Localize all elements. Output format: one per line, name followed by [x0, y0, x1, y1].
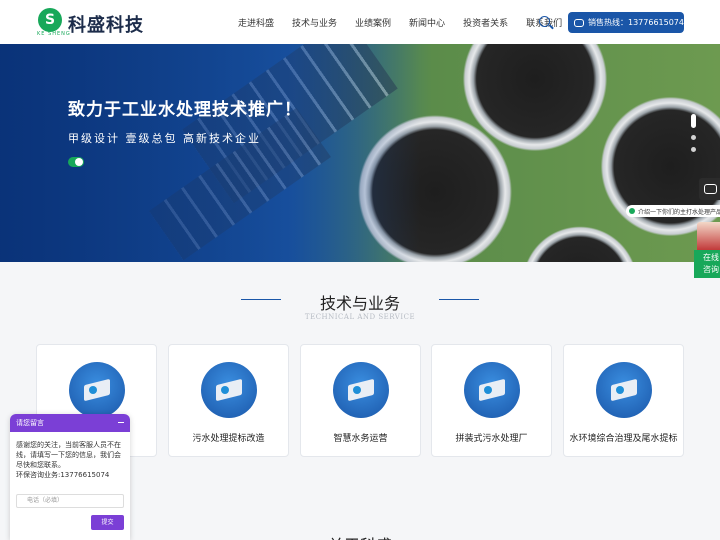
section-subtitle: TECHNICAL AND SERVICE: [304, 313, 416, 321]
water-environment-icon: [596, 362, 652, 418]
service-card-label: 智慧水务运营: [333, 434, 388, 444]
hero-subtitle: 甲级设计 壹级总包 高新技术企业: [68, 132, 261, 145]
nav-item-cases[interactable]: 业绩案例: [355, 16, 391, 29]
hero-toggle[interactable]: [68, 157, 84, 167]
service-card[interactable]: 智慧水务运营: [300, 344, 421, 457]
submit-button[interactable]: 提交: [91, 515, 124, 530]
hotline-text: 销售热线：13776615074: [588, 18, 684, 27]
chat-icon: [574, 18, 584, 27]
smart-water-icon: [333, 362, 389, 418]
service-card[interactable]: 拼装式污水处理厂: [431, 344, 552, 457]
slider-dot-3[interactable]: [691, 147, 696, 152]
minimize-icon[interactable]: [118, 422, 124, 423]
hero-overlay: [0, 44, 420, 262]
nav-item-news[interactable]: 新闻中心: [409, 16, 445, 29]
chat-message: 感谢您的关注，当前客服人员不在线，请填写一下您的信息，我们会尽快和您联系。 环保…: [10, 432, 130, 480]
hero-banner: 致力于工业水处理技术推广！ 甲级设计 壹级总包 高新技术企业: [0, 44, 720, 262]
phone-input[interactable]: 电话（必填）: [16, 494, 124, 508]
slider-dot-2[interactable]: [691, 135, 696, 140]
header: S KE SHENG 科盛科技 走进科盛 技术与业务 业绩案例 新闻中心 投资者…: [0, 0, 720, 44]
page: S KE SHENG 科盛科技 走进科盛 技术与业务 业绩案例 新闻中心 投资者…: [0, 0, 720, 540]
modular-plant-icon: [464, 362, 520, 418]
sedimentation-tank: [520, 224, 640, 262]
logo-icon[interactable]: S: [38, 8, 62, 32]
section-title: 技术与业务: [319, 294, 400, 313]
hotline-button[interactable]: 销售热线：13776615074: [568, 12, 684, 33]
nav-item-tech[interactable]: 技术与业务: [292, 16, 337, 29]
chat-contact: 环保咨询业务:13776615074: [16, 471, 110, 479]
chat-message-text: 感谢您的关注，当前客服人员不在线，请填写一下您的信息，我们会尽快和您联系。: [16, 441, 121, 469]
service-card[interactable]: 水环境综合治理及尾水提标: [563, 344, 684, 457]
chat-title: 请您留言: [16, 419, 44, 427]
promo-bubble[interactable]: 介绍一下你们的主打水处理产品: [626, 205, 720, 217]
online-consult-button[interactable]: 在线咨询: [694, 250, 720, 278]
sedimentation-tank: [598, 94, 720, 239]
brand-name[interactable]: 科盛科技: [68, 11, 144, 37]
service-card-label: 水环境综合治理及尾水提标: [569, 434, 678, 444]
side-chat-button[interactable]: [699, 178, 720, 200]
search-icon[interactable]: [539, 16, 550, 27]
logo-subtext: KE SHENG: [37, 31, 71, 37]
service-card-label: 污水处理提标改造: [192, 434, 265, 444]
hero-title: 致力于工业水处理技术推广！: [68, 100, 302, 120]
promo-text: 介绍一下你们的主打水处理产品: [638, 208, 720, 216]
upgrade-icon: [201, 362, 257, 418]
nav-item-investors[interactable]: 投资者关系: [463, 16, 508, 29]
chat-widget: 请您留言 感谢您的关注，当前客服人员不在线，请填写一下您的信息，我们会尽快和您联…: [10, 414, 130, 540]
slider-dot-1[interactable]: [691, 114, 696, 128]
chat-header[interactable]: 请您留言: [10, 414, 130, 432]
water-plant-icon: [69, 362, 125, 418]
slider-dots: [691, 114, 696, 159]
agent-avatar[interactable]: [697, 222, 720, 250]
nav-item-about[interactable]: 走进科盛: [238, 16, 274, 29]
service-card-label: 拼装式污水处理厂: [455, 434, 528, 444]
service-card[interactable]: 污水处理提标改造: [168, 344, 289, 457]
main-nav: 走进科盛 技术与业务 业绩案例 新闻中心 投资者关系 联系我们: [238, 16, 580, 29]
